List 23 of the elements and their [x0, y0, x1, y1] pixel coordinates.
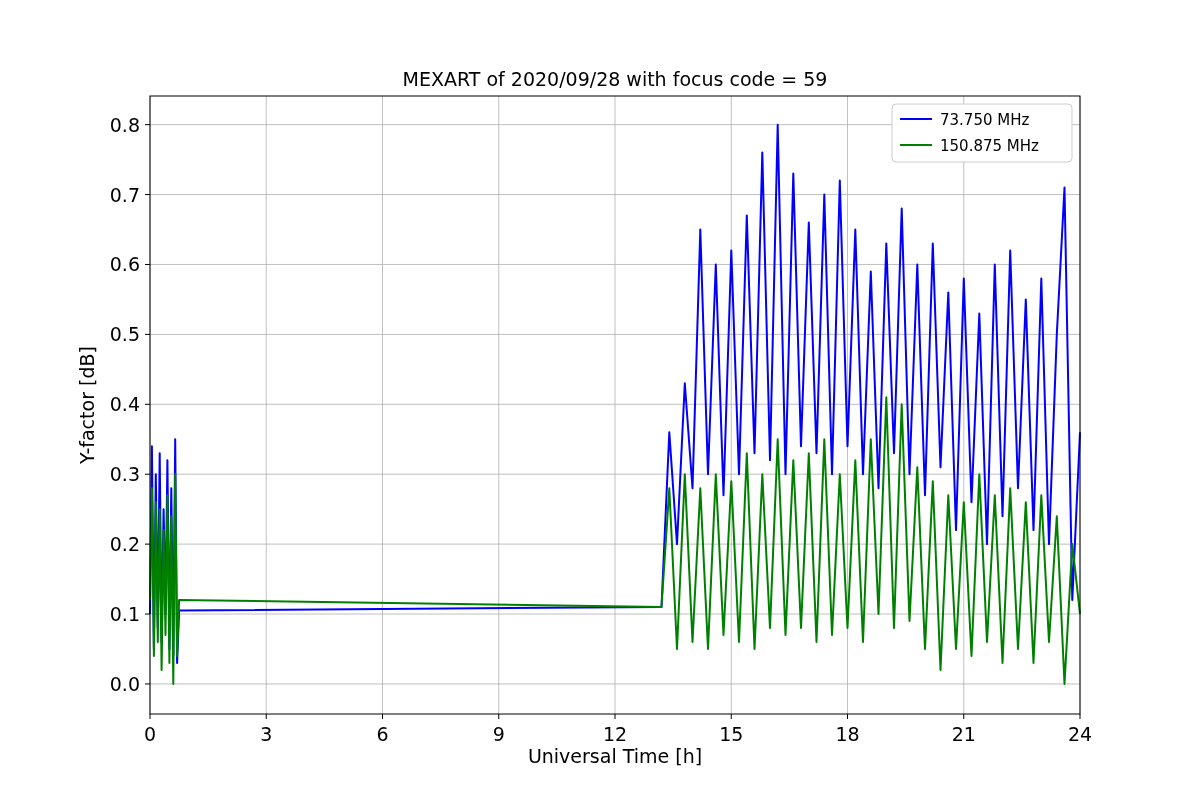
x-tick-label: 15: [719, 723, 744, 745]
y-tick-label: 0.4: [109, 393, 140, 416]
x-tick-label: 6: [376, 723, 389, 745]
y-tick-label: 0.6: [109, 253, 140, 276]
x-tick-label: 12: [602, 723, 628, 745]
x-tick-label: 3: [260, 723, 273, 745]
x-tick-label: 9: [492, 723, 505, 745]
x-tick-label: 18: [835, 723, 860, 745]
legend-label: 150.875 MHz: [940, 137, 1039, 155]
y-tick-label: 0.5: [109, 323, 140, 346]
y-tick-label: 0.7: [109, 183, 140, 206]
y-tick-label: 0.8: [109, 113, 140, 136]
x-tick-label: 21: [951, 723, 976, 745]
legend-label: 73.750 MHz: [940, 111, 1030, 129]
x-axis-label: Universal Time [h]: [527, 745, 703, 767]
y-axis-label: Y-factor [dB]: [76, 346, 98, 464]
chart-title: MEXART of 2020/09/28 with focus code = 59: [402, 68, 828, 90]
x-tick-label: 24: [1067, 723, 1093, 745]
x-tick-label: 0: [143, 723, 157, 745]
y-tick-label: 0.2: [109, 533, 140, 556]
y-tick-label: 0.1: [109, 603, 140, 626]
y-tick-label: 0.0: [109, 672, 140, 695]
y-tick-label: 0.3: [109, 463, 140, 486]
